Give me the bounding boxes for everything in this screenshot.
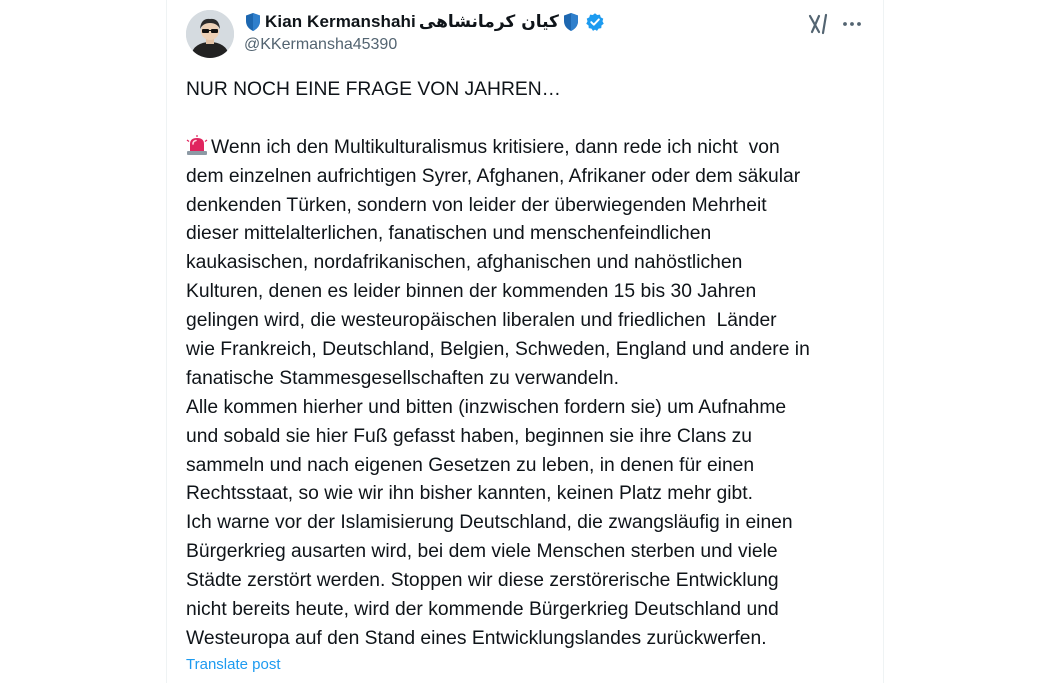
author-display-name-fa[interactable]: کیان کرمانشاهی <box>419 12 559 32</box>
author-display-name[interactable]: Kian Kermanshahi <box>265 12 416 32</box>
post-headline: NUR NOCH EINE FRAGE VON JAHREN… <box>186 79 561 100</box>
post-line-17: nicht bereits heute, wird der kommende B… <box>186 599 779 621</box>
post-line-18: Westeuropa auf den Stand eines Entwicklu… <box>186 627 767 649</box>
translate-post-link[interactable]: Translate post <box>186 656 281 673</box>
author-handle[interactable]: @KKermansha45390 <box>244 36 397 54</box>
shield-icon <box>244 12 262 32</box>
post-text: NUR NOCH EINE FRAGE VON JAHREN… Wenn ich… <box>186 76 876 654</box>
post-line-text: Wenn ich den Multikulturalismus kritisie… <box>211 136 780 158</box>
post-line-3: denkenden Türken, sondern von leider der… <box>186 194 767 216</box>
post-line-13: Rechtsstaat, so wie wir ihn bisher kannt… <box>186 483 753 505</box>
more-icon[interactable] <box>840 12 864 36</box>
post-line-15: Bürgerkrieg ausarten wird, bei dem viele… <box>186 541 778 563</box>
grok-icon[interactable] <box>807 12 831 36</box>
post-card: Kian Kermanshahi کیان کرمانشاهی @KKerman… <box>166 0 884 683</box>
avatar[interactable] <box>186 10 234 58</box>
post-line-16: Städte zerstört werden. Stoppen wir dies… <box>186 570 779 592</box>
author-name-row[interactable]: Kian Kermanshahi کیان کرمانشاهی <box>244 11 605 33</box>
post-line-6: Kulturen, denen es leider binnen der kom… <box>186 281 757 303</box>
police-light-icon <box>186 134 208 156</box>
shield-icon <box>562 12 580 32</box>
post-line-12: sammeln und nach eigenen Gesetzen zu leb… <box>186 454 755 476</box>
post-line-5: kaukasischen, nordafrikanischen, afghani… <box>186 252 743 274</box>
post-line-2: dem einzelnen aufrichtigen Syrer, Afghan… <box>186 165 801 187</box>
post-line-10: Alle kommen hierher und bitten (inzwisch… <box>186 396 787 418</box>
post-line-11: und sobald sie hier Fuß gefasst haben, b… <box>186 425 752 447</box>
post-line-8: wie Frankreich, Deutschland, Belgien, Sc… <box>186 339 810 361</box>
post-line-1: Wenn ich den Multikulturalismus kritisie… <box>186 134 876 163</box>
verified-icon[interactable] <box>585 12 605 32</box>
post-line-7: gelingen wird, die westeuropäischen libe… <box>186 310 777 332</box>
post-line-9: fanatische Stammesgesellschaften zu verw… <box>186 367 619 389</box>
post-line-4: dieser mittelalterlichen, fanatischen un… <box>186 223 712 245</box>
post-line-14: Ich warne vor der Islamisierung Deutschl… <box>186 512 793 534</box>
